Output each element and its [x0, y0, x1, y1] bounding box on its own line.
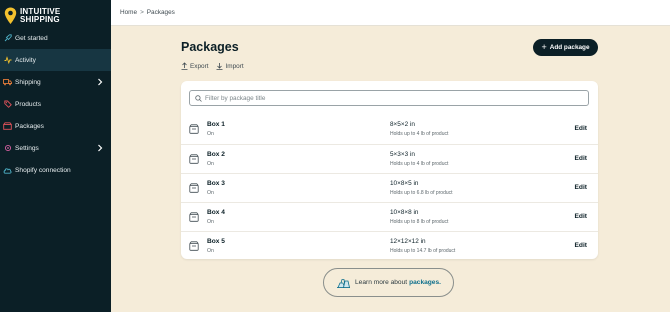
box-icon	[189, 241, 199, 251]
packages-card: Box 1 On 8×5×2 in Holds up to 4 lb of pr…	[181, 81, 598, 259]
cloud-icon	[3, 166, 12, 175]
sidebar-item-shipping[interactable]: Shipping	[0, 71, 111, 93]
learn-more-packages[interactable]: Learn more about packages.	[323, 268, 454, 297]
truck-icon	[3, 78, 12, 87]
export-label: Export	[190, 62, 209, 70]
plus-icon: +	[541, 42, 547, 52]
rocket-icon	[3, 34, 12, 43]
package-status: On	[207, 161, 214, 167]
sidebar-item-label: Products	[15, 100, 42, 108]
sidebar-nav: Get started Activity Shipping Products P…	[0, 27, 111, 181]
packages-list: Box 1 On 8×5×2 in Holds up to 4 lb of pr…	[181, 115, 598, 260]
brand-line2: SHIPPING	[20, 15, 60, 24]
package-dimensions: 10×8×8 in	[390, 209, 419, 216]
breadcrumb-current: Packages	[146, 9, 175, 16]
page-title: Packages	[181, 40, 239, 54]
tag-icon	[3, 100, 12, 109]
sidebar-item-packages[interactable]: Packages	[0, 115, 111, 137]
list-item[interactable]: Box 3 On 10×8×5 in Holds up to 6.8 lb of…	[181, 173, 598, 202]
box-icon	[189, 154, 199, 164]
package-status: On	[207, 219, 214, 225]
package-icon	[3, 122, 12, 131]
edit-button[interactable]: Edit	[575, 242, 587, 249]
box-icon	[189, 124, 199, 134]
package-name: Box 3	[207, 180, 225, 187]
map-pin-icon	[4, 7, 17, 24]
boxes-illustration-icon	[337, 278, 351, 288]
sidebar-item-get-started[interactable]: Get started	[0, 27, 111, 49]
search-icon	[195, 94, 202, 102]
search-input[interactable]	[205, 94, 588, 102]
upload-icon	[181, 62, 188, 70]
sidebar-item-settings[interactable]: Settings	[0, 137, 111, 159]
import-label: Import	[225, 62, 244, 70]
add-package-label: Add package	[549, 44, 590, 51]
package-status: On	[207, 248, 214, 254]
add-package-button[interactable]: + Add package	[533, 39, 598, 56]
edit-button[interactable]: Edit	[575, 155, 587, 162]
box-icon	[189, 212, 199, 222]
sidebar-item-activity[interactable]: Activity	[0, 49, 111, 71]
sidebar-item-label: Get started	[15, 34, 48, 42]
breadcrumb-home-link[interactable]: Home	[120, 9, 137, 16]
package-name: Box 1	[207, 121, 225, 128]
edit-button[interactable]: Edit	[575, 184, 587, 191]
breadcrumb: Home > Packages	[111, 0, 670, 26]
import-export-actions: Export Import	[181, 62, 252, 70]
sidebar-item-label: Settings	[15, 144, 39, 152]
package-name: Box 2	[207, 151, 225, 158]
package-name: Box 4	[207, 209, 225, 216]
import-button[interactable]: Import	[216, 62, 244, 70]
brand-logo[interactable]: INTUITIVE SHIPPING	[4, 3, 111, 29]
package-capacity: Holds up to 4 lb of product	[390, 131, 449, 137]
package-dimensions: 5×3×3 in	[390, 151, 415, 158]
sidebar-item-label: Activity	[15, 56, 36, 64]
sidebar-item-label: Shipping	[15, 78, 41, 86]
list-item[interactable]: Box 1 On 8×5×2 in Holds up to 4 lb of pr…	[181, 115, 598, 144]
download-icon	[216, 63, 223, 70]
package-dimensions: 8×5×2 in	[390, 121, 415, 128]
chevron-right-icon[interactable]	[96, 143, 104, 153]
package-capacity: Holds up to 8 lb of product	[390, 219, 449, 225]
breadcrumb-separator: >	[140, 9, 144, 16]
list-item[interactable]: Box 5 On 12×12×12 in Holds up to 14.7 lb…	[181, 231, 598, 260]
learn-more-text: Learn more about	[355, 279, 408, 286]
package-dimensions: 10×8×5 in	[390, 180, 419, 187]
sidebar-item-products[interactable]: Products	[0, 93, 111, 115]
package-capacity: Holds up to 14.7 lb of product	[390, 248, 456, 254]
package-capacity: Holds up to 4 lb of product	[390, 161, 449, 167]
edit-button[interactable]: Edit	[575, 125, 587, 132]
package-status: On	[207, 190, 214, 196]
gear-icon	[3, 144, 12, 153]
box-icon	[189, 183, 199, 193]
sidebar-item-label: Shopify connection	[15, 166, 71, 174]
package-dimensions: 12×12×12 in	[390, 238, 426, 245]
packages-link[interactable]: packages.	[409, 279, 441, 286]
sidebar: INTUITIVE SHIPPING Get started Activity …	[0, 0, 111, 312]
list-item[interactable]: Box 2 On 5×3×3 in Holds up to 4 lb of pr…	[181, 144, 598, 173]
export-button[interactable]: Export	[181, 62, 208, 70]
list-item[interactable]: Box 4 On 10×8×8 in Holds up to 8 lb of p…	[181, 202, 598, 231]
sidebar-item-shopify-connection[interactable]: Shopify connection	[0, 159, 111, 181]
package-capacity: Holds up to 6.8 lb of product	[390, 190, 453, 196]
package-name: Box 5	[207, 238, 225, 245]
package-status: On	[207, 131, 214, 137]
chevron-right-icon[interactable]	[96, 77, 104, 87]
sidebar-item-label: Packages	[15, 122, 44, 130]
search-field[interactable]	[189, 90, 589, 106]
edit-button[interactable]: Edit	[575, 213, 587, 220]
brand-name: INTUITIVE SHIPPING	[20, 7, 60, 25]
activity-icon	[3, 56, 12, 65]
